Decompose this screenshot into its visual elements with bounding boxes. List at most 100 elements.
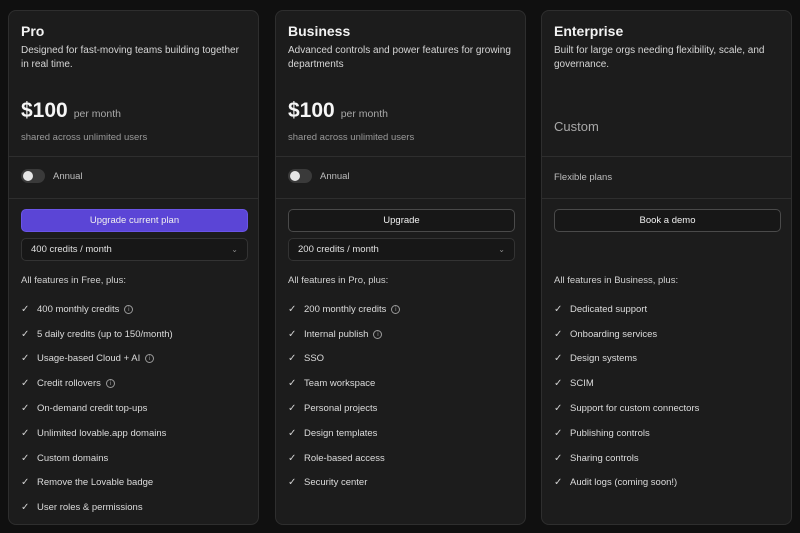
feature-item: ✓ 5 daily credits (up to 150/month) bbox=[21, 322, 173, 347]
credits-select-value: 200 credits / month bbox=[298, 244, 379, 255]
feature-label: Internal publish bbox=[304, 328, 369, 340]
feature-list: ✓ 400 monthly credits i ✓ 5 daily credits (u… bbox=[21, 297, 173, 520]
check-icon: ✓ bbox=[288, 353, 297, 365]
info-icon[interactable]: i bbox=[373, 329, 383, 339]
divider bbox=[542, 156, 791, 157]
divider bbox=[276, 156, 525, 157]
plan-title: Enterprise bbox=[554, 23, 624, 39]
feature-label: 5 daily credits (up to 150/month) bbox=[37, 328, 173, 340]
annual-toggle-row[interactable]: Annual bbox=[288, 169, 350, 183]
check-icon: ✓ bbox=[554, 353, 563, 365]
feature-label: Dedicated support bbox=[570, 303, 648, 315]
plan-description: Advanced controls and power features for… bbox=[288, 45, 511, 70]
feature-label: SCIM bbox=[570, 378, 594, 390]
feature-label: Onboarding services bbox=[570, 328, 658, 340]
feature-label: Audit logs (coming soon!) bbox=[570, 477, 678, 489]
check-icon: ✓ bbox=[288, 303, 297, 315]
feature-item: ✓ User roles & permissions bbox=[21, 495, 173, 520]
feature-label: Unlimited lovable.app domains bbox=[37, 427, 167, 439]
check-icon: ✓ bbox=[554, 477, 563, 489]
feature-item: ✓ On-demand credit top-ups bbox=[21, 396, 173, 421]
feature-label: Publishing controls bbox=[570, 427, 650, 439]
features-heading: All features in Pro, plus: bbox=[288, 275, 389, 286]
price-period: per month bbox=[340, 108, 388, 120]
check-icon: ✓ bbox=[288, 427, 297, 439]
toggle-knob bbox=[290, 171, 300, 181]
feature-label: SSO bbox=[304, 353, 325, 365]
divider bbox=[542, 198, 791, 199]
check-icon: ✓ bbox=[554, 378, 563, 390]
feature-label: User roles & permissions bbox=[37, 502, 143, 514]
check-icon: ✓ bbox=[288, 403, 297, 415]
feature-item: ✓ Sharing controls bbox=[554, 446, 699, 471]
check-icon: ✓ bbox=[288, 477, 297, 489]
credits-select-value: 400 credits / month bbox=[31, 244, 112, 255]
feature-list: ✓ 200 monthly credits i ✓ Internal publish i ✓… bbox=[288, 297, 401, 496]
feature-item: ✓ Unlimited lovable.app domains bbox=[21, 421, 173, 446]
info-icon[interactable]: i bbox=[391, 304, 401, 314]
feature-label: Credit rollovers bbox=[37, 378, 101, 390]
features-heading: All features in Business, plus: bbox=[554, 275, 679, 286]
annual-toggle-row[interactable]: Annual bbox=[21, 169, 83, 183]
info-icon[interactable]: i bbox=[145, 354, 155, 364]
plan-price-custom: Custom bbox=[554, 119, 599, 134]
annual-toggle[interactable] bbox=[288, 169, 312, 183]
check-icon: ✓ bbox=[21, 403, 30, 415]
feature-label: Design templates bbox=[304, 427, 378, 439]
feature-item: ✓ Usage-based Cloud + AI i bbox=[21, 347, 173, 372]
pricing-card-pro: Pro Designed for fast-moving teams build… bbox=[8, 10, 259, 525]
plan-title: Business bbox=[288, 23, 351, 39]
feature-item: ✓ SCIM bbox=[554, 371, 699, 396]
check-icon: ✓ bbox=[21, 477, 30, 489]
pricing-card-business: Business Advanced controls and power fea… bbox=[275, 10, 526, 525]
features-heading: All features in Free, plus: bbox=[21, 275, 127, 286]
upgrade-current-plan-button[interactable]: Upgrade current plan bbox=[21, 209, 248, 232]
check-icon: ✓ bbox=[554, 303, 563, 315]
feature-item: ✓ Role-based access bbox=[288, 446, 400, 471]
feature-list: ✓ Dedicated support ✓ Onboarding services ✓ D… bbox=[554, 297, 699, 495]
check-icon: ✓ bbox=[288, 328, 297, 340]
book-demo-button[interactable]: Book a demo bbox=[554, 209, 781, 232]
feature-label: Custom domains bbox=[37, 452, 109, 464]
check-icon: ✓ bbox=[21, 427, 30, 439]
plan-description: Built for large orgs needing flexibility… bbox=[554, 45, 765, 70]
feature-item: ✓ Security center bbox=[288, 471, 400, 496]
feature-item: ✓ Remove the Lovable badge bbox=[21, 471, 173, 496]
check-icon: ✓ bbox=[21, 502, 30, 514]
feature-item: ✓ Custom domains bbox=[21, 446, 173, 471]
annual-label: Annual bbox=[320, 170, 350, 182]
shared-note: shared across unlimited users bbox=[21, 132, 148, 143]
plan-price: $100 bbox=[288, 99, 335, 122]
price-row: $100 per month bbox=[288, 99, 388, 123]
price-row: $100 per month bbox=[21, 99, 121, 123]
annual-toggle[interactable] bbox=[21, 169, 45, 183]
pricing-card-enterprise: Enterprise Built for large orgs needing … bbox=[541, 10, 792, 525]
info-icon[interactable]: i bbox=[124, 304, 134, 314]
credits-select[interactable]: 200 credits / month ⌄ bbox=[288, 238, 515, 261]
feature-label: On-demand credit top-ups bbox=[37, 403, 148, 415]
check-icon: ✓ bbox=[21, 353, 30, 365]
feature-label: 200 monthly credits bbox=[304, 303, 387, 315]
feature-label: 400 monthly credits bbox=[37, 303, 120, 315]
annual-label: Annual bbox=[53, 170, 83, 182]
credits-select[interactable]: 400 credits / month ⌄ bbox=[21, 238, 248, 261]
feature-item: ✓ Internal publish i bbox=[288, 322, 400, 347]
feature-label: Design systems bbox=[570, 353, 638, 365]
feature-item: ✓ Design systems bbox=[554, 347, 699, 372]
feature-label: Security center bbox=[304, 477, 368, 489]
feature-item: ✓ Publishing controls bbox=[554, 421, 699, 446]
check-icon: ✓ bbox=[554, 427, 563, 439]
check-icon: ✓ bbox=[21, 452, 30, 464]
check-icon: ✓ bbox=[554, 403, 563, 415]
feature-item: ✓ Design templates bbox=[288, 421, 400, 446]
check-icon: ✓ bbox=[554, 452, 563, 464]
check-icon: ✓ bbox=[288, 378, 297, 390]
chevron-down-icon: ⌄ bbox=[498, 245, 505, 254]
feature-label: Sharing controls bbox=[570, 452, 639, 464]
feature-item: ✓ Audit logs (coming soon!) bbox=[554, 471, 699, 496]
check-icon: ✓ bbox=[554, 328, 563, 340]
upgrade-button[interactable]: Upgrade bbox=[288, 209, 515, 232]
info-icon[interactable]: i bbox=[105, 379, 115, 389]
feature-label: Remove the Lovable badge bbox=[37, 477, 154, 489]
feature-item: ✓ Credit rollovers i bbox=[21, 371, 173, 396]
